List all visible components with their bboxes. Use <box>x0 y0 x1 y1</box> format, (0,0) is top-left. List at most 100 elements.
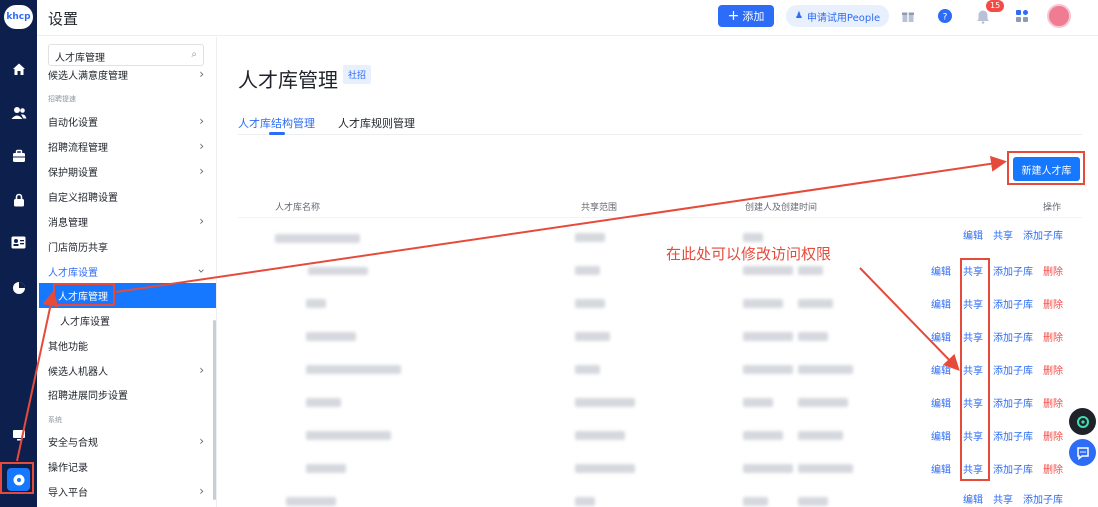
delete-link[interactable]: 删除 <box>1043 395 1063 410</box>
redacted-cell <box>306 398 341 407</box>
share-link[interactable]: 共享 <box>993 227 1013 242</box>
sidebar-item-security[interactable]: 安全与合规 › <box>48 431 216 451</box>
add-sub-link[interactable]: 添加子库 <box>993 461 1033 476</box>
redacted-cell <box>575 464 635 473</box>
tab-structure[interactable]: 人才库结构管理 <box>238 115 315 131</box>
chevron-right-icon: › <box>199 214 204 228</box>
edit-link[interactable]: 编辑 <box>931 461 951 476</box>
add-sub-link[interactable]: 添加子库 <box>993 362 1033 377</box>
sidebar-item-label: 招聘流程管理 <box>48 142 108 154</box>
sidebar-item-automation[interactable]: 自动化设置 › <box>48 111 216 131</box>
add-sub-link[interactable]: 添加子库 <box>1023 491 1063 506</box>
settings-sidebar: 人才库管理 ⌕ 候选人满意度管理 › 招聘提速 自动化设置 › 招聘流程管理 › 保护期… <box>37 37 217 507</box>
monitor-icon[interactable] <box>9 425 28 444</box>
share-link[interactable]: 共享 <box>993 491 1013 506</box>
sidebar-item-label: 自动化设置 <box>48 117 98 129</box>
redacted-cell <box>308 267 368 275</box>
edit-link[interactable]: 编辑 <box>963 227 983 242</box>
redacted-cell <box>743 233 763 242</box>
delete-link[interactable]: 删除 <box>1043 329 1063 344</box>
edit-link[interactable]: 编辑 <box>931 395 951 410</box>
edit-link[interactable]: 编辑 <box>963 491 983 506</box>
tab-indicator <box>269 132 285 135</box>
delete-link[interactable]: 删除 <box>1043 263 1063 278</box>
redacted-cell <box>798 266 823 275</box>
add-sub-link[interactable]: 添加子库 <box>993 296 1033 311</box>
delete-link[interactable]: 删除 <box>1043 362 1063 377</box>
sidebar-item-candidate-satisfaction[interactable]: 候选人满意度管理 › <box>48 64 216 84</box>
redacted-cell <box>743 332 793 341</box>
chat-icon[interactable] <box>1069 439 1096 466</box>
sidebar-item-protect[interactable]: 保护期设置 › <box>48 161 216 181</box>
edit-link[interactable]: 编辑 <box>931 296 951 311</box>
search-input[interactable]: 人才库管理 ⌕ <box>48 44 204 66</box>
chevron-right-icon: › <box>199 164 204 178</box>
sidebar-scrollbar[interactable] <box>213 320 216 500</box>
main-content: 人才库管理 社招 人才库结构管理 人才库规则管理 新建人才库 人才库名称 共享范… <box>218 37 1098 507</box>
chevron-right-icon: › <box>199 139 204 153</box>
apps-grid-icon[interactable] <box>1013 6 1031 26</box>
sidebar-item-label: 招聘进展同步设置 <box>48 390 128 402</box>
chevron-right-icon: › <box>199 114 204 128</box>
sidebar-item-store[interactable]: 门店简历共享 <box>48 236 216 256</box>
add-sub-link[interactable]: 添加子库 <box>993 329 1033 344</box>
idcard-icon[interactable] <box>9 233 28 252</box>
sidebar-item-talent-settings[interactable]: 人才库设置 › <box>48 261 216 281</box>
sidebar-item-sync[interactable]: 招聘进展同步设置 <box>48 384 216 404</box>
edit-link[interactable]: 编辑 <box>931 362 951 377</box>
sidebar-item-talent-config[interactable]: 人才库设置 <box>48 310 216 330</box>
briefcase-icon[interactable] <box>9 146 28 165</box>
redacted-cell <box>743 266 793 275</box>
avatar[interactable] <box>1047 4 1071 28</box>
redacted-cell <box>798 398 848 407</box>
search-icon: ⌕ <box>191 49 197 60</box>
help-icon[interactable]: ? <box>936 6 954 26</box>
delete-link[interactable]: 删除 <box>1043 428 1063 443</box>
redacted-cell <box>575 266 600 275</box>
app-logo[interactable]: khcp <box>4 5 33 29</box>
highlight-share-column <box>960 258 990 481</box>
app-title: 设置 <box>48 10 79 28</box>
home-icon[interactable] <box>9 59 28 78</box>
highlight-new-button <box>1007 151 1085 185</box>
add-sub-link[interactable]: 添加子库 <box>993 395 1033 410</box>
trial-button[interactable]: ♟ 申请试用People <box>786 5 889 27</box>
edit-link[interactable]: 编辑 <box>931 263 951 278</box>
recruit-type-tag: 社招 <box>343 65 372 84</box>
sidebar-item-label: 自定义招聘设置 <box>48 192 118 204</box>
add-sub-link[interactable]: 添加子库 <box>993 263 1033 278</box>
add-sub-link[interactable]: 添加子库 <box>993 428 1033 443</box>
sidebar-item-label: 门店简历共享 <box>48 242 108 254</box>
redacted-cell <box>743 299 783 308</box>
tab-rules[interactable]: 人才库规则管理 <box>338 115 415 131</box>
redacted-cell <box>575 365 600 374</box>
gift-icon[interactable] <box>899 6 917 26</box>
sidebar-item-custom[interactable]: 自定义招聘设置 <box>48 186 216 206</box>
edit-link[interactable]: 编辑 <box>931 428 951 443</box>
delete-link[interactable]: 删除 <box>1043 461 1063 476</box>
edit-link[interactable]: 编辑 <box>931 329 951 344</box>
sidebar-item-import[interactable]: 导入平台 › <box>48 481 216 501</box>
settings-icon[interactable] <box>7 468 30 491</box>
sidebar-item-other[interactable]: 其他功能 <box>48 335 216 355</box>
redacted-cell <box>798 464 853 473</box>
sidebar-item-robot[interactable]: 候选人机器人 › <box>48 360 216 380</box>
pie-chart-icon[interactable] <box>9 278 28 297</box>
redacted-cell <box>286 497 336 506</box>
lock-icon[interactable] <box>9 190 28 209</box>
section-label-system: 系统 <box>48 416 62 424</box>
sidebar-item-label: 人才库设置 <box>60 316 110 328</box>
sidebar-item-flow[interactable]: 招聘流程管理 › <box>48 136 216 156</box>
add-button[interactable]: + 添加 <box>718 5 774 27</box>
users-icon[interactable] <box>9 103 28 122</box>
redacted-cell <box>275 234 360 243</box>
sidebar-item-talent-manage[interactable]: 人才库管理 <box>39 283 216 308</box>
chevron-right-icon: › <box>199 484 204 498</box>
notification-badge: 15 <box>986 0 1005 12</box>
ai-assistant-icon[interactable] <box>1069 408 1096 435</box>
top-bar: 设置 + 添加 ♟ 申请试用People ? 15 <box>37 0 1098 36</box>
sidebar-item-oplog[interactable]: 操作记录 <box>48 456 216 476</box>
delete-link[interactable]: 删除 <box>1043 296 1063 311</box>
add-sub-link[interactable]: 添加子库 <box>1023 227 1063 242</box>
sidebar-item-message[interactable]: 消息管理 › <box>48 211 216 231</box>
